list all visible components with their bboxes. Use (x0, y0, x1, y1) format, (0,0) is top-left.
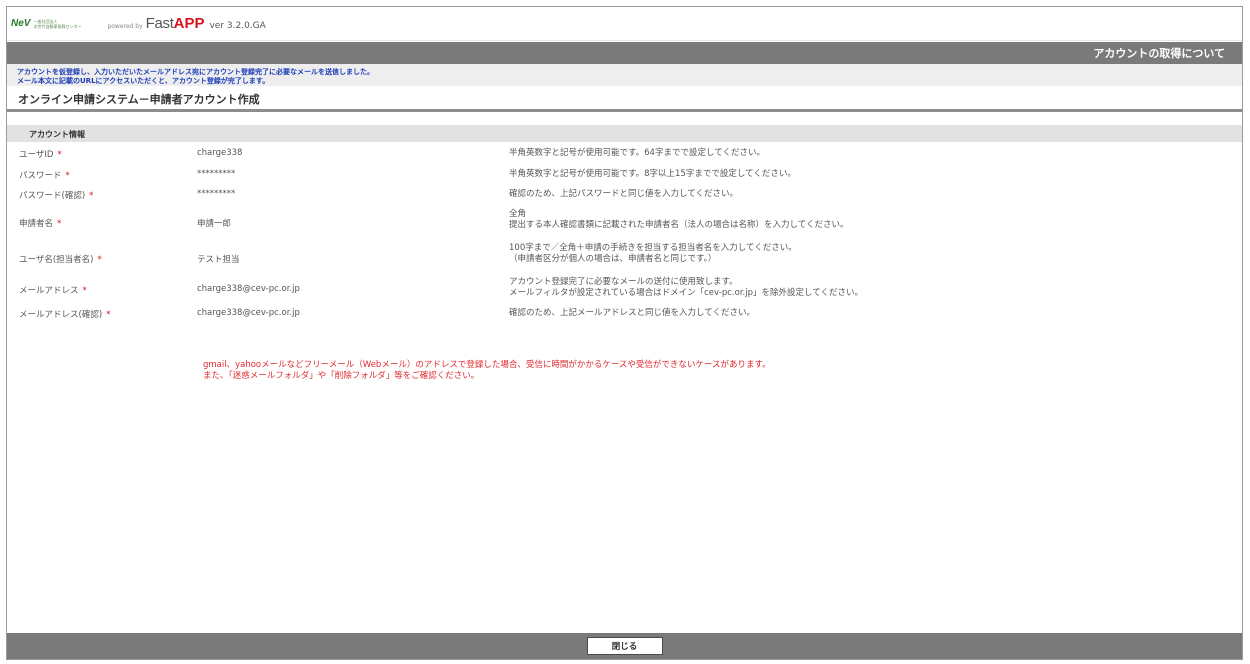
field-row-user-name: ユーザ名(担当者名) * テスト担当 100字まで／全角＋申請の手続きを担当する担… (7, 241, 1242, 275)
field-label: ユーザ名(担当者名) * (19, 255, 102, 265)
field-value: テスト担当 (197, 255, 240, 265)
field-help: 半角英数字と記号が使用可能です。8字以上15字までで設定してください。 (509, 169, 796, 179)
warning-line1: gmail、yahooメールなどフリーメール（Webメール）のアドレスで登録した… (203, 360, 771, 370)
field-label: メールアドレス(確認) * (19, 310, 111, 320)
logo-mark: NeV (11, 18, 31, 29)
warning-line2: また、「迷惑メールフォルダ」や「削除フォルダ」等をご確認ください。 (203, 371, 480, 381)
fastapp-brand: powered by Fast APP ver 3.2.0.GA (107, 15, 265, 32)
brand-app: APP (173, 15, 205, 32)
required-mark: * (97, 255, 102, 265)
required-mark: * (57, 219, 62, 229)
field-help: 100字まで／全角＋申請の手続きを担当する担当者名を入力してください。 （申請者… (509, 243, 797, 264)
field-label: パスワード * (19, 171, 70, 181)
field-row-password: パスワード * ********* 半角英数字と記号が使用可能です。8字以上15字… (7, 165, 1242, 185)
field-help: 確認のため、上記パスワードと同じ値を入力してください。 (509, 189, 738, 199)
field-value: charge338@cev-pc.or.jp (197, 308, 300, 318)
required-mark: * (89, 191, 94, 201)
notice-line2: メール本文に記載のURLにアクセスいただくと、アカウント登録が完了します。 (17, 77, 270, 85)
version-text: ver 3.2.0.GA (209, 21, 266, 31)
section-header: アカウント情報 (7, 125, 1242, 142)
field-value: charge338@cev-pc.or.jp (197, 284, 300, 294)
field-label: ユーザID * (19, 150, 62, 160)
field-label: メールアドレス * (19, 286, 87, 296)
field-row-email-confirm: メールアドレス(確認) * charge338@cev-pc.or.jp 確認のた… (7, 305, 1242, 325)
app-window: NeV 一般社団法人 次世代自動車振興センター powered by Fast A… (6, 6, 1243, 660)
field-label: パスワード(確認) * (19, 191, 94, 201)
field-help: 全角 提出する本人確認書類に記載された申請者名（法人の場合は名称）を入力してくだ… (509, 209, 849, 230)
brand-fast: Fast (145, 15, 174, 32)
close-button[interactable]: 閉じる (586, 637, 663, 655)
account-fields: ユーザID * charge338 半角英数字と記号が使用可能です。64字までで設… (7, 142, 1242, 325)
field-value: ********* (197, 189, 236, 199)
field-row-email: メールアドレス * charge338@cev-pc.or.jp アカウント登録完… (7, 275, 1242, 305)
required-mark: * (65, 171, 70, 181)
notice-message: アカウントを仮登録し、入力いただいたメールアドレス宛にアカウント登録完了に必要な… (7, 64, 1242, 86)
field-help: アカウント登録完了に必要なメールの送付に使用致します。 メールフィルタが設定され… (509, 277, 863, 298)
field-value: ********* (197, 169, 236, 179)
field-value: 申請一郎 (197, 219, 232, 229)
required-mark: * (106, 310, 111, 320)
nev-logo: NeV 一般社団法人 次世代自動車振興センター (11, 18, 81, 29)
field-value: charge338 (197, 148, 243, 158)
field-row-userid: ユーザID * charge338 半角英数字と記号が使用可能です。64字までで設… (7, 142, 1242, 165)
page-title: オンライン申請システム－申請者アカウント作成 (18, 93, 260, 106)
field-help: 確認のため、上記メールアドレスと同じ値を入力してください。 (509, 308, 755, 318)
logo-line2: 次世代自動車振興センター (33, 23, 82, 29)
title-band: アカウントの取得について (7, 42, 1242, 64)
heading-divider (7, 109, 1242, 112)
required-mark: * (82, 286, 87, 296)
field-help: 半角英数字と記号が使用可能です。64字までで設定してください。 (509, 148, 765, 158)
footer-bar: 閉じる (7, 633, 1242, 659)
freemail-warning: gmail、yahooメールなどフリーメール（Webメール）のアドレスで登録した… (203, 360, 771, 382)
field-label: 申請者名 * (19, 219, 62, 229)
notice-line1: アカウントを仮登録し、入力いただいたメールアドレス宛にアカウント登録完了に必要な… (17, 68, 374, 76)
field-row-applicant-name: 申請者名 * 申請一郎 全角 提出する本人確認書類に記載された申請者名（法人の場合… (7, 207, 1242, 241)
field-row-password-confirm: パスワード(確認) * ********* 確認のため、上記パスワードと同じ値を入… (7, 185, 1242, 207)
band-title: アカウントの取得について (1093, 47, 1225, 60)
powered-by-text: powered by (107, 23, 143, 30)
top-bar: NeV 一般社団法人 次世代自動車振興センター powered by Fast A… (7, 7, 1242, 41)
required-mark: * (57, 150, 62, 160)
